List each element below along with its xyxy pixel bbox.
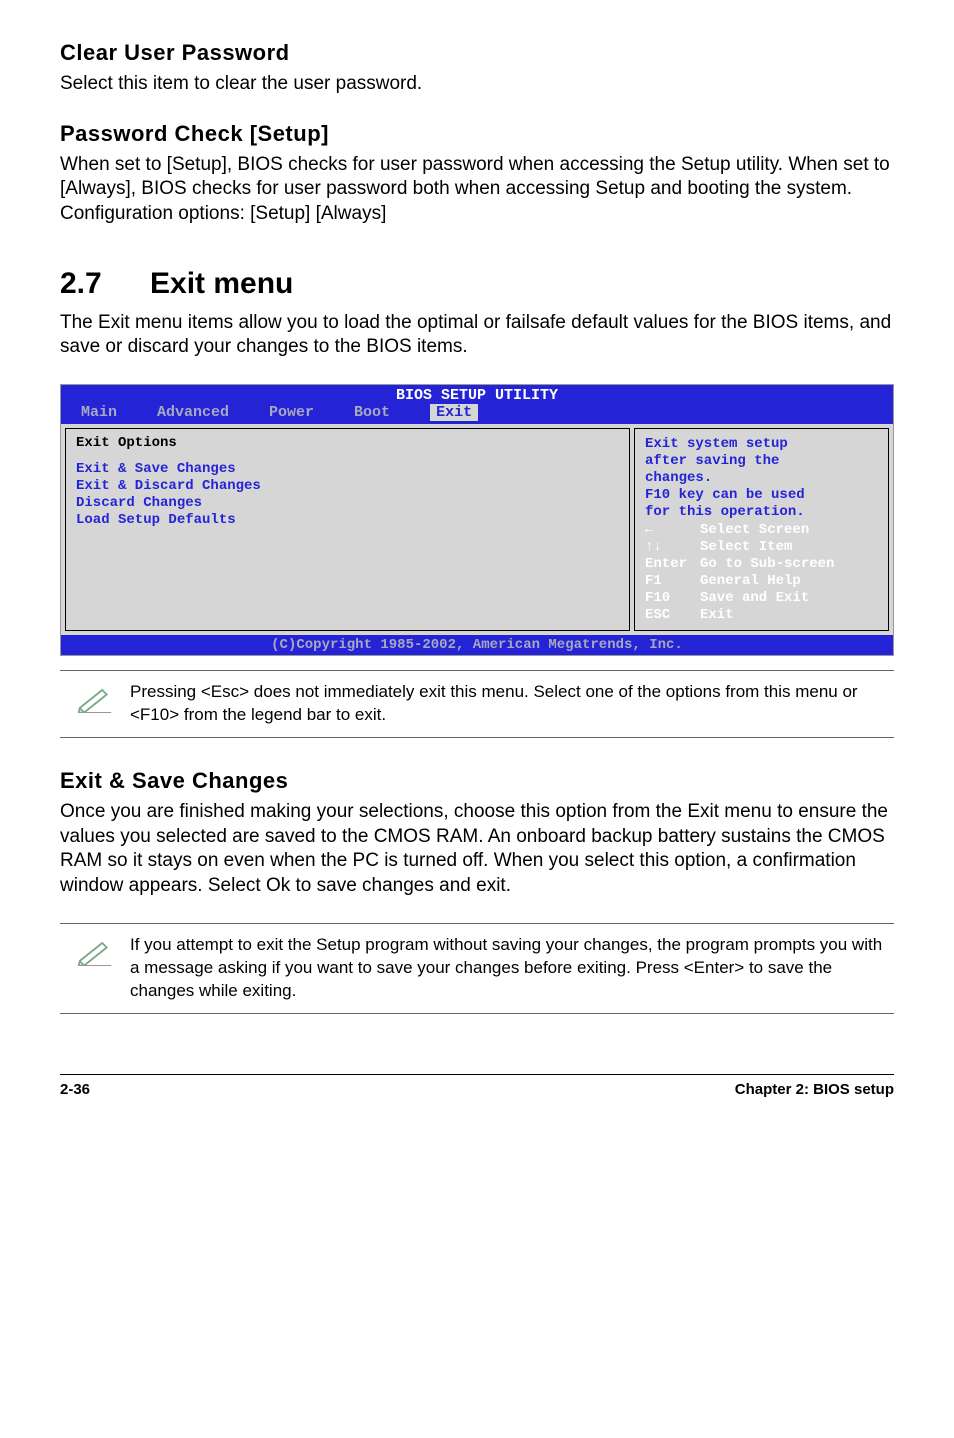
bios-nav-desc: Save and Exit — [700, 590, 809, 606]
bios-item-discard: Discard Changes — [76, 495, 619, 511]
chapter-label: Chapter 2: BIOS setup — [735, 1081, 894, 1098]
exit-save-changes-body: Once you are finished making your select… — [60, 800, 894, 899]
note-exit-without-save-text: If you attempt to exit the Setup program… — [130, 934, 894, 1003]
bios-copyright: (C)Copyright 1985-2002, American Megatre… — [61, 635, 893, 655]
bios-nav-desc: Select Item — [700, 539, 792, 555]
page-footer: 2-36 Chapter 2: BIOS setup — [60, 1074, 894, 1098]
bios-setup-utility-screenshot: BIOS SETUP UTILITY Main Advanced Power B… — [60, 384, 894, 656]
bios-item-exit-save: Exit & Save Changes — [76, 461, 619, 477]
bios-help-text: Exit system setup after saving the chang… — [645, 435, 878, 521]
bios-nav-desc: Exit — [700, 607, 734, 623]
password-check-body: When set to [Setup], BIOS checks for use… — [60, 153, 894, 227]
note-exit-without-save: If you attempt to exit the Setup program… — [60, 923, 894, 1014]
bios-tab-power: Power — [269, 404, 314, 421]
bios-nav-key: F10 — [645, 590, 700, 606]
pencil-note-icon — [60, 681, 130, 727]
bios-help-line: after saving the — [645, 453, 878, 469]
bios-exit-options-heading: Exit Options — [76, 435, 619, 451]
note-esc: Pressing <Esc> does not immediately exit… — [60, 670, 894, 738]
bios-window-title: BIOS SETUP UTILITY — [61, 385, 893, 404]
bios-nav-key: Enter — [645, 556, 700, 572]
password-check-heading: Password Check [Setup] — [60, 121, 894, 147]
page-number: 2-36 — [60, 1081, 90, 1098]
bios-left-pane: Exit Options Exit & Save Changes Exit & … — [65, 428, 630, 631]
bios-tab-main: Main — [81, 404, 117, 421]
bios-nav-key: ESC — [645, 607, 700, 623]
clear-user-password-body: Select this item to clear the user passw… — [60, 72, 894, 97]
bios-nav-desc: General Help — [700, 573, 801, 589]
exit-menu-heading: 2.7Exit menu — [60, 267, 894, 301]
section-number: 2.7 — [60, 267, 150, 301]
bios-right-pane: Exit system setup after saving the chang… — [634, 428, 889, 631]
bios-nav-key: ↑↓ — [645, 539, 700, 555]
exit-save-changes-heading: Exit & Save Changes — [60, 768, 894, 794]
bios-tab-boot: Boot — [354, 404, 390, 421]
bios-nav-keys: ←Select Screen ↑↓Select Item EnterGo to … — [645, 521, 878, 624]
section-title-text: Exit menu — [150, 267, 293, 300]
note-esc-text: Pressing <Esc> does not immediately exit… — [130, 681, 894, 727]
bios-item-exit-discard: Exit & Discard Changes — [76, 478, 619, 494]
bios-tab-exit: Exit — [430, 404, 478, 421]
bios-help-line: F10 key can be used — [645, 487, 878, 503]
bios-nav-key: F1 — [645, 573, 700, 589]
bios-item-load-defaults: Load Setup Defaults — [76, 512, 619, 528]
bios-tab-bar: Main Advanced Power Boot Exit — [61, 404, 893, 424]
bios-help-line: Exit system setup — [645, 436, 878, 452]
bios-help-line: for this operation. — [645, 504, 878, 520]
bios-nav-key: ← — [645, 522, 700, 538]
bios-help-line: changes. — [645, 470, 878, 486]
pencil-note-icon — [60, 934, 130, 1003]
bios-nav-desc: Select Screen — [700, 522, 809, 538]
clear-user-password-heading: Clear User Password — [60, 40, 894, 66]
bios-nav-desc: Go to Sub-screen — [700, 556, 834, 572]
bios-tab-advanced: Advanced — [157, 404, 229, 421]
exit-menu-intro: The Exit menu items allow you to load th… — [60, 311, 894, 360]
